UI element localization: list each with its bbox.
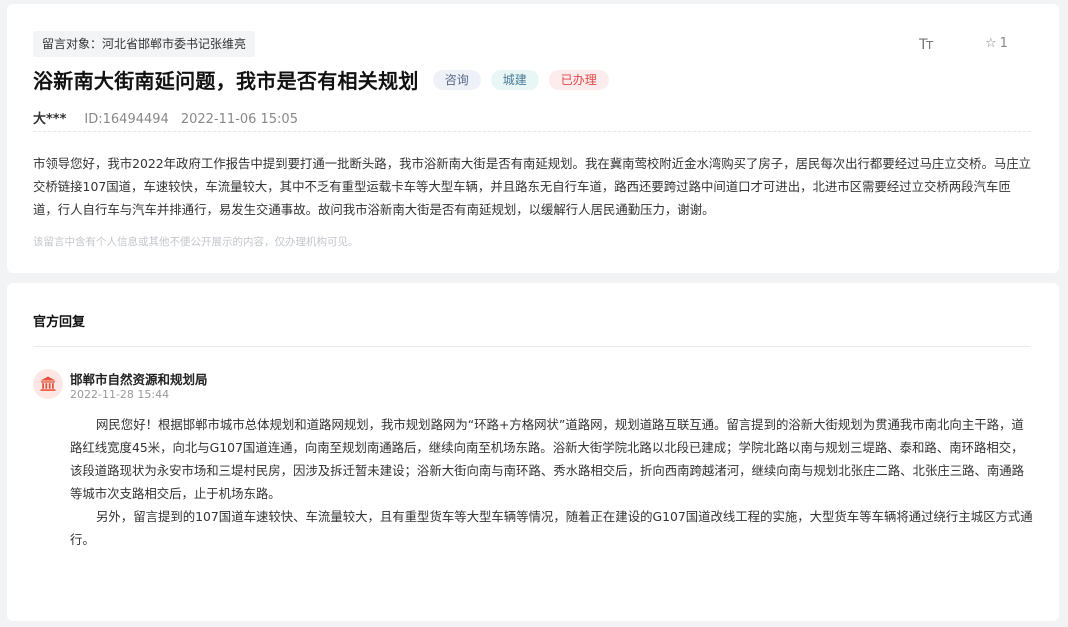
- reply-org-name: 邯郸市自然资源和规划局: [70, 372, 208, 387]
- favorite-count: 1: [999, 36, 1008, 51]
- tag-status-handled: 已办理: [548, 69, 609, 90]
- title-row: 浴新南大街南延问题，我市是否有相关规划 咨询 城建 已办理: [33, 65, 609, 94]
- message-content: 市领导您好，我市2022年政府工作报告中提到要打通一批断头路，我市浴新南大街是否…: [33, 156, 1032, 217]
- reply-body: 网民您好！根据邯郸市城市总体规划和道路网规划，我市规划路网为“环路+方格网状”道…: [70, 413, 1035, 551]
- avatar: [33, 369, 63, 399]
- message-datetime: 2022-11-06 15:05: [180, 112, 298, 127]
- reply-paragraph: 另外，留言提到的107国道车速较快、车流量较大，且有重型货车等大型车辆等情况，随…: [70, 509, 1033, 547]
- tag-city-construction: 城建: [490, 69, 539, 90]
- font-size-icon: Tт: [919, 37, 934, 53]
- section-divider: [33, 346, 1031, 347]
- favorite-button[interactable]: ☆ 1: [985, 36, 1008, 51]
- author-name: 大***: [33, 112, 67, 127]
- reply-paragraph: 网民您好！根据邯郸市城市总体规划和道路网规划，我市规划路网为“环路+方格网状”道…: [70, 417, 1025, 501]
- government-building-icon: [40, 376, 56, 391]
- privacy-note: 该留言中含有个人信息或其他不便公开展示的内容，仅办理机构可见。: [33, 236, 359, 248]
- reply-card: 官方回复 邯郸市自然资源和规划局 2022-11-28 15:44 网民您好！根…: [7, 283, 1059, 621]
- message-target-tag: 留言对象：河北省邯郸市委书记张维亮: [33, 31, 256, 57]
- dashed-divider: [33, 131, 1031, 132]
- message-meta: 大*** ID:16494494 2022-11-06 15:05: [33, 108, 298, 127]
- message-id: ID:16494494: [84, 112, 169, 127]
- section-title: 官方回复: [33, 315, 86, 330]
- reply-datetime: 2022-11-28 15:44: [70, 388, 170, 401]
- message-card: 留言对象：河北省邯郸市委书记张维亮 Tт ☆ 1 浴新南大街南延问题，我市是否有相…: [7, 4, 1059, 273]
- page-title: 浴新南大街南延问题，我市是否有相关规划: [33, 69, 419, 93]
- tag-consult: 咨询: [432, 69, 481, 90]
- star-icon: ☆: [985, 36, 997, 51]
- font-size-button[interactable]: Tт: [919, 37, 934, 53]
